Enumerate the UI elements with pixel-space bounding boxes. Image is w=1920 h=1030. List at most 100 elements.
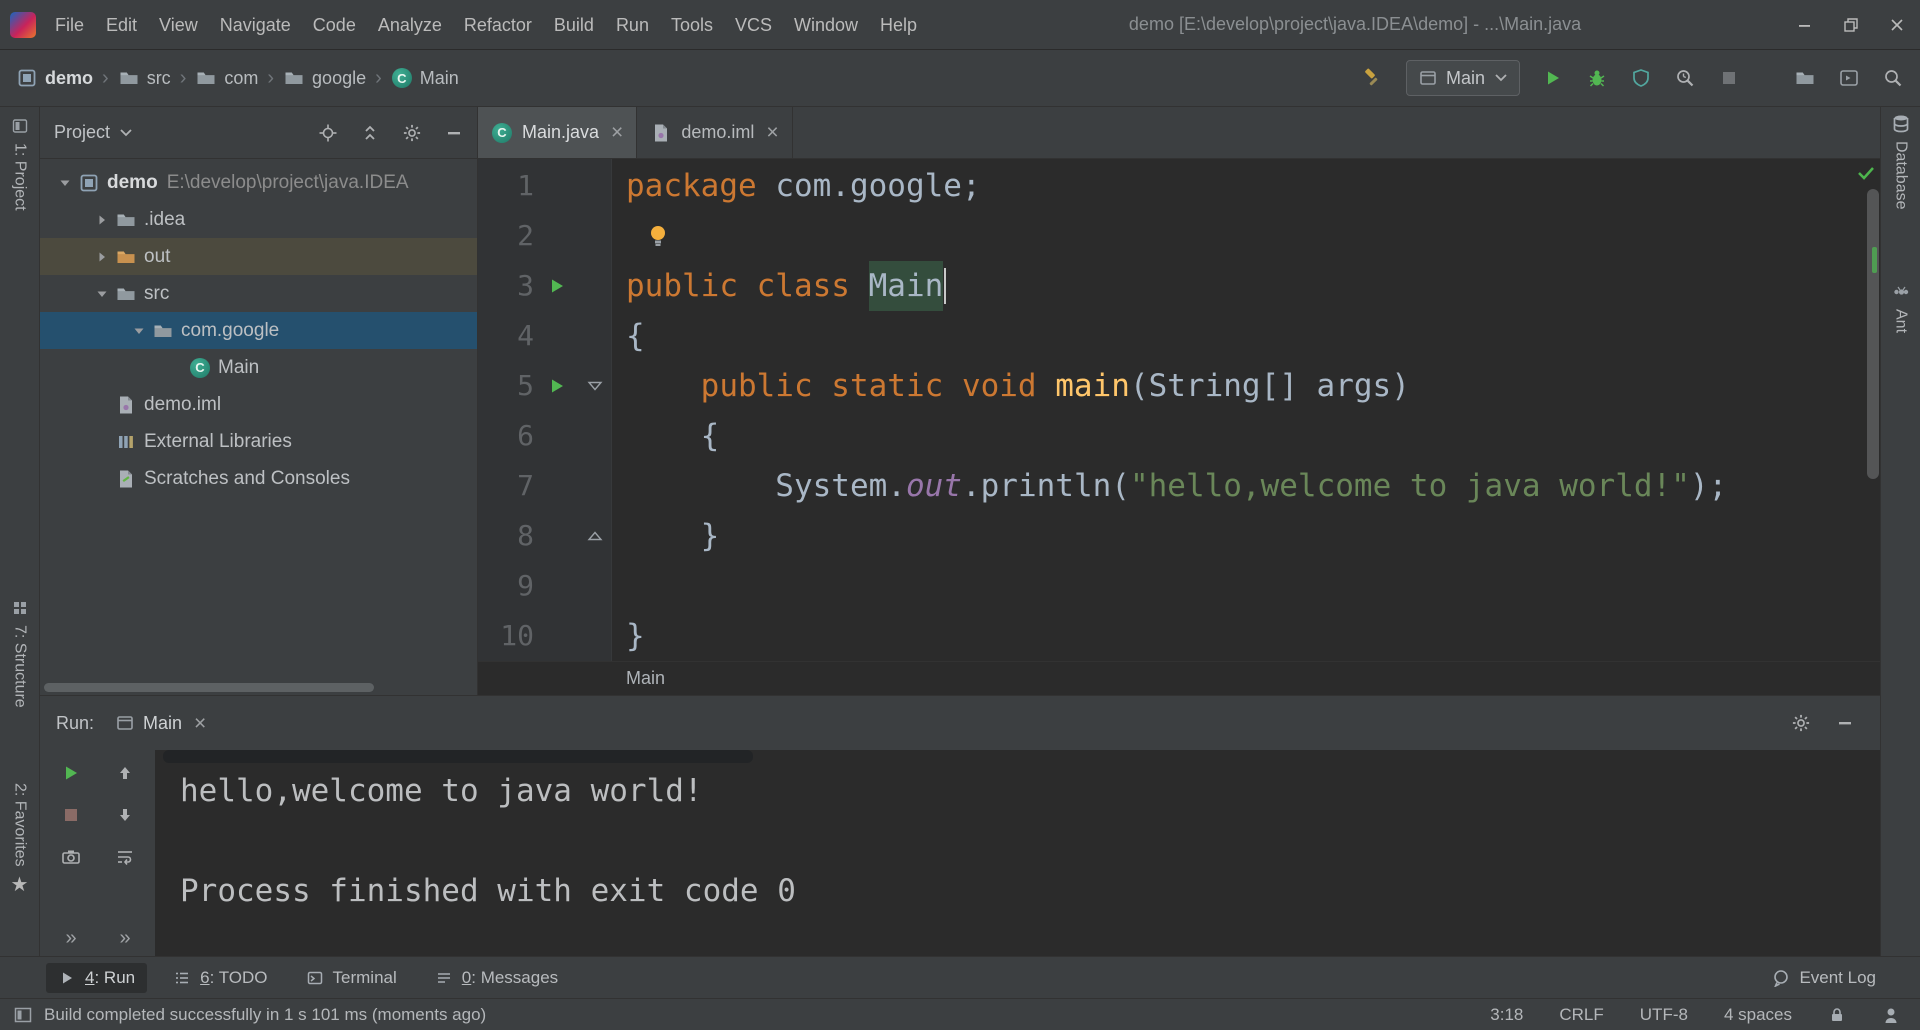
search-everywhere-icon[interactable] bbox=[1882, 67, 1904, 89]
status-utf-8[interactable]: UTF-8 bbox=[1640, 1005, 1688, 1025]
rerun-button[interactable] bbox=[60, 762, 82, 784]
chevron-right-icon[interactable] bbox=[89, 251, 115, 263]
locate-file-icon[interactable] bbox=[319, 124, 337, 142]
profiler-button[interactable] bbox=[1674, 67, 1696, 89]
project-structure-icon[interactable] bbox=[1794, 67, 1816, 89]
horizontal-scrollbar-thumb[interactable] bbox=[44, 683, 374, 692]
tree-item-demo-iml[interactable]: demo.iml bbox=[40, 386, 477, 423]
chevron-down-icon[interactable] bbox=[89, 288, 115, 300]
status-crlf[interactable]: CRLF bbox=[1559, 1005, 1603, 1025]
editor-tab-main-java[interactable]: C Main.java × bbox=[478, 107, 638, 158]
project-panel-title[interactable]: Project bbox=[54, 122, 110, 143]
close-tab-icon[interactable]: × bbox=[611, 122, 623, 143]
toolwindow-button-6-todo[interactable]: 6: TODO bbox=[161, 963, 279, 993]
chevron-down-icon[interactable] bbox=[126, 325, 152, 337]
run-tab-main[interactable]: Main × bbox=[106, 709, 216, 738]
menu-navigate[interactable]: Navigate bbox=[209, 0, 302, 50]
code-line: 1 package com.google; bbox=[478, 161, 1866, 211]
menu-vcs[interactable]: VCS bbox=[724, 0, 783, 50]
stripe-button-database[interactable]: Database bbox=[1881, 115, 1920, 210]
close-tab-icon[interactable]: × bbox=[766, 122, 778, 143]
run-line-icon[interactable] bbox=[534, 277, 580, 295]
debug-button[interactable] bbox=[1586, 67, 1608, 89]
run-button[interactable] bbox=[1542, 67, 1564, 89]
hector-inspector-icon[interactable] bbox=[1882, 1006, 1900, 1024]
chevron-down-icon[interactable] bbox=[52, 177, 78, 189]
menu-view[interactable]: View bbox=[148, 0, 209, 50]
breadcrumb-item-src[interactable]: src bbox=[118, 67, 171, 89]
menu-edit[interactable]: Edit bbox=[95, 0, 148, 50]
soft-wrap-icon[interactable] bbox=[114, 846, 136, 868]
tree-item-scratches-and-consoles[interactable]: Scratches and Consoles bbox=[40, 460, 477, 497]
restore-icon[interactable] bbox=[1828, 0, 1874, 49]
project-view-chevron-icon[interactable] bbox=[119, 126, 132, 139]
minimize-icon[interactable] bbox=[1782, 0, 1828, 49]
run-anything-icon[interactable] bbox=[1838, 67, 1860, 89]
intention-bulb-icon[interactable] bbox=[646, 223, 670, 249]
menu-run[interactable]: Run bbox=[605, 0, 660, 50]
code-line: 4{ bbox=[478, 311, 1866, 361]
console-output[interactable]: hello,welcome to java world! Process fini… bbox=[155, 750, 1880, 956]
toolwindow-button-0-messages[interactable]: 0: Messages bbox=[423, 963, 570, 993]
toolwindow-toggle-icon[interactable] bbox=[14, 1006, 32, 1024]
editor-tab-demo-iml[interactable]: demo.iml × bbox=[637, 107, 793, 158]
inspections-ok-icon[interactable] bbox=[1857, 164, 1875, 182]
chevron-right-icon[interactable] bbox=[89, 214, 115, 226]
thread-dump-icon[interactable] bbox=[60, 846, 82, 868]
tree-item-external-libraries[interactable]: External Libraries bbox=[40, 423, 477, 460]
tree-item-demo[interactable]: demo E:\develop\project\java.IDEA bbox=[40, 164, 477, 201]
hide-panel-icon[interactable] bbox=[445, 124, 463, 142]
close-tab-icon[interactable]: × bbox=[194, 713, 206, 734]
stripe-button-favorites[interactable]: 2: Favorites ★ bbox=[0, 783, 39, 895]
tree-item-src[interactable]: src bbox=[40, 275, 477, 312]
menu-tools[interactable]: Tools bbox=[660, 0, 724, 50]
breadcrumb-item-google[interactable]: google bbox=[283, 67, 366, 89]
next-occurrence-icon[interactable] bbox=[114, 804, 136, 826]
tree-item-main[interactable]: C Main bbox=[40, 349, 477, 386]
toolwindow-button-terminal[interactable]: Terminal bbox=[294, 963, 409, 993]
tree-item-idea[interactable]: .idea bbox=[40, 201, 477, 238]
code-lines[interactable]: 1 package com.google; 2 3 public class Main 4… bbox=[478, 161, 1866, 661]
menu-analyze[interactable]: Analyze bbox=[367, 0, 453, 50]
menu-file[interactable]: File bbox=[44, 0, 95, 50]
hide-panel-icon[interactable] bbox=[1836, 714, 1854, 732]
event-log-button[interactable]: Event Log bbox=[1772, 968, 1876, 988]
breadcrumb-item-demo[interactable]: demo bbox=[16, 67, 93, 89]
toolwindow-button-4-run[interactable]: 4: Run bbox=[46, 962, 148, 993]
menu-build[interactable]: Build bbox=[543, 0, 605, 50]
stripe-button-structure[interactable]: 7: Structure bbox=[0, 599, 39, 708]
menu-window[interactable]: Window bbox=[783, 0, 869, 50]
more-actions-icon[interactable]: » bbox=[65, 928, 76, 948]
breadcrumb-item-main[interactable]: C Main bbox=[391, 67, 459, 89]
stop-button[interactable] bbox=[60, 804, 82, 826]
close-icon[interactable] bbox=[1874, 0, 1920, 49]
run-config-selector[interactable]: Main bbox=[1405, 60, 1520, 96]
status-3-18[interactable]: 3:18 bbox=[1490, 1005, 1523, 1025]
status-message[interactable]: Build completed successfully in 1 s 101 … bbox=[44, 1005, 1490, 1025]
tree-item-out[interactable]: out bbox=[40, 238, 477, 275]
breadcrumb-class[interactable]: Main bbox=[626, 668, 665, 689]
code-editor[interactable]: 1 package com.google; 2 3 public class Main 4… bbox=[478, 159, 1880, 661]
stripe-button-project[interactable]: 1: Project bbox=[0, 117, 39, 211]
editor-scrollbar-thumb[interactable] bbox=[1867, 189, 1879, 479]
collapse-all-icon[interactable] bbox=[361, 124, 379, 142]
status-4-spaces[interactable]: 4 spaces bbox=[1724, 1005, 1792, 1025]
gear-icon[interactable] bbox=[403, 124, 421, 142]
stop-button[interactable] bbox=[1718, 67, 1740, 89]
tree-item-com-google[interactable]: com.google bbox=[40, 312, 477, 349]
fold-down-icon[interactable] bbox=[580, 381, 610, 391]
build-hammer-icon[interactable] bbox=[1362, 67, 1384, 89]
stripe-button-ant[interactable]: Ant bbox=[1881, 283, 1920, 333]
line-number: 7 bbox=[517, 469, 534, 502]
coverage-button[interactable] bbox=[1630, 67, 1652, 89]
prev-occurrence-icon[interactable] bbox=[114, 762, 136, 784]
gear-icon[interactable] bbox=[1792, 714, 1810, 732]
menu-refactor[interactable]: Refactor bbox=[453, 0, 543, 50]
menu-code[interactable]: Code bbox=[302, 0, 367, 50]
fold-up-icon[interactable] bbox=[580, 531, 610, 541]
more-actions-icon[interactable]: » bbox=[119, 928, 130, 948]
breadcrumb-item-com[interactable]: com bbox=[195, 67, 258, 89]
menu-help[interactable]: Help bbox=[869, 0, 928, 50]
run-line-icon[interactable] bbox=[534, 377, 580, 395]
lock-icon[interactable] bbox=[1828, 1006, 1846, 1024]
